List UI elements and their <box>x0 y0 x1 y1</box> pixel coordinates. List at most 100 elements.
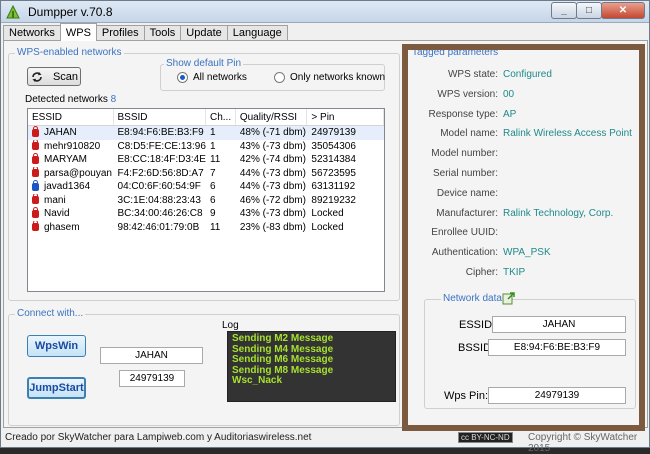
tagged-value: Ralink Technology, Corp. <box>503 207 614 219</box>
connect-pin-field[interactable]: 24979139 <box>119 370 185 387</box>
minimize-icon[interactable]: _ <box>551 2 577 19</box>
table-row[interactable]: mehr910820 C8:D5:FE:CE:13:96 1 43% (-73 dbm… <box>28 139 384 154</box>
log-line: Sending M6 Message <box>232 354 334 365</box>
scan-button[interactable]: Scan <box>27 67 81 86</box>
app-window: Dumpper v.70.8 _ □ ✕ Networks WPS Profil… <box>0 0 650 454</box>
tagged-row: Model name: Ralink Wireless Access Point <box>406 128 640 142</box>
tab-wps[interactable]: WPS <box>59 23 97 41</box>
table-row[interactable]: MARYAM E8:CC:18:4F:D3:4E 11 42% (-74 dbm) 52… <box>28 153 384 167</box>
wps-networks-title: WPS-enabled networks <box>15 47 124 58</box>
table-row[interactable]: ghasem 98:42:46:01:79:0B 11 23% (-83 dbm) Lo… <box>28 220 384 235</box>
lock-icon <box>32 193 39 205</box>
table-row[interactable]: Navid BC:34:00:46:26:C8 9 43% (-73 dbm) Lock… <box>28 207 384 221</box>
tagged-row: Manufacturer: Ralink Technology, Corp. <box>406 208 640 222</box>
cell-pin: 52314384 <box>311 154 356 165</box>
col-channel[interactable]: Ch... <box>206 109 236 125</box>
cell-channel: 6 <box>209 194 216 206</box>
export-icon[interactable] <box>502 291 516 305</box>
tagged-row: WPS state: Configured <box>406 69 640 83</box>
table-row[interactable]: parsa@pouyan F4:F2:6D:56:8D:A7 7 44% (-73 d… <box>28 166 384 181</box>
tagged-key: Device name: <box>436 187 498 199</box>
lock-icon <box>32 153 39 164</box>
nd-essid-field[interactable]: JAHAN <box>492 316 626 333</box>
cell-essid: ghasem <box>28 220 114 235</box>
cell-essid: parsa@pouyan <box>28 166 114 181</box>
cell-quality: 23% (-83 dbm) <box>239 221 306 233</box>
tagged-row: Device name: <box>406 188 640 202</box>
essid-text: MARYAM <box>44 154 87 165</box>
jumpstart-button[interactable]: JumpStart <box>27 377 86 399</box>
tab-update[interactable]: Update <box>180 25 228 41</box>
col-quality[interactable]: Quality/RSSI <box>236 109 308 125</box>
maximize-icon[interactable]: □ <box>576 2 602 19</box>
close-icon[interactable]: ✕ <box>601 2 645 19</box>
tagged-row: WPS version: 00 <box>406 89 640 103</box>
cell-essid: mani <box>28 193 114 208</box>
lock-icon <box>32 180 39 191</box>
tagged-value: TKIP <box>503 267 526 278</box>
tab-tools[interactable]: Tools <box>143 25 182 41</box>
tagged-row: Model number: <box>406 148 640 162</box>
scan-label: Scan <box>52 70 79 83</box>
cell-quality: 42% (-74 dbm) <box>239 154 306 165</box>
lock-icon <box>32 166 39 178</box>
cell-channel: 1 <box>209 140 216 152</box>
detected-count: 8 <box>110 94 117 105</box>
tagged-key: Model name: <box>440 128 498 140</box>
col-bssid[interactable]: BSSID <box>114 109 206 125</box>
nd-pin-field[interactable]: 24979139 <box>488 387 626 404</box>
log-line: Wsc_Nack <box>232 375 283 386</box>
cell-quality: 43% (-73 dbm) <box>239 208 306 219</box>
table-row[interactable]: mani 3C:1E:04:88:23:43 6 46% (-72 dbm) 89219… <box>28 193 384 208</box>
networks-list[interactable]: ESSID BSSID Ch... Quality/RSSI > Pin JAH… <box>27 108 385 292</box>
tagged-value: 00 <box>503 88 515 100</box>
lock-icon <box>32 220 39 232</box>
copyright-text: Copyright © SkyWatcher 2015 <box>528 432 638 454</box>
credit-text: Creado por SkyWatcher para Lampiweb.com … <box>5 432 312 443</box>
lock-icon <box>32 139 39 151</box>
cell-bssid: C8:D5:FE:CE:13:96 <box>117 140 206 152</box>
tab-profiles[interactable]: Profiles <box>95 25 145 41</box>
nd-bssid-field[interactable]: E8:94:F6:BE:B3:F9 <box>488 339 626 356</box>
lock-icon <box>32 207 39 218</box>
tagged-key: Response type: <box>428 108 499 120</box>
radio-selected-icon <box>177 72 188 83</box>
tagged-title: Tagged parameters <box>412 47 499 58</box>
radio-all-networks[interactable]: All networks <box>177 72 247 83</box>
wpswin-button[interactable]: WpsWin <box>27 335 86 357</box>
essid-text: parsa@pouyan <box>44 167 112 179</box>
cell-pin: 56723595 <box>311 167 356 179</box>
essid-text: mani <box>44 194 66 206</box>
tagged-value: Ralink Wireless Access Point <box>503 128 632 140</box>
radio-known-label: Only networks known <box>290 72 386 83</box>
radio-known-networks[interactable]: Only networks known <box>274 72 385 83</box>
tab-networks[interactable]: Networks <box>3 25 61 41</box>
title-bar[interactable]: Dumpper v.70.8 _ □ ✕ <box>1 1 649 23</box>
tagged-key: Serial number: <box>432 168 498 179</box>
table-row[interactable]: JAHAN E8:94:F6:BE:B3:F9 1 48% (-71 dbm) 2497… <box>28 126 384 140</box>
connect-essid-field[interactable]: JAHAN <box>100 347 203 364</box>
tagged-key: Enrollee UUID: <box>431 227 498 239</box>
tagged-key: Manufacturer: <box>436 207 498 219</box>
tab-language[interactable]: Language <box>226 25 288 41</box>
cell-essid: mehr910820 <box>28 139 114 154</box>
log-output[interactable]: Sending M2 Message Sending M4 Message Se… <box>227 331 396 402</box>
cell-quality: 43% (-73 dbm) <box>239 140 306 152</box>
tagged-row: Serial number: <box>406 168 640 182</box>
cell-essid: javad1364 <box>28 180 114 194</box>
table-row[interactable]: javad1364 04:C0:6F:60:54:9F 6 44% (-73 dbm)… <box>28 180 384 194</box>
status-bar: Creado por SkyWatcher para Lampiweb.com … <box>1 429 649 454</box>
cell-bssid: E8:CC:18:4F:D3:4E <box>117 154 206 165</box>
app-logo-icon <box>6 4 20 19</box>
log-title: Log <box>222 320 239 331</box>
cell-bssid: BC:34:00:46:26:C8 <box>117 208 203 219</box>
cell-quality: 44% (-73 dbm) <box>239 181 306 192</box>
tagged-value: Configured <box>503 69 552 80</box>
tagged-key: Cipher: <box>465 267 498 278</box>
tab-strip: Networks WPS Profiles Tools Update Langu… <box>3 23 288 41</box>
essid-text: mehr910820 <box>44 140 101 152</box>
cell-channel: 7 <box>209 167 216 179</box>
col-essid[interactable]: ESSID <box>28 109 114 125</box>
col-pin[interactable]: > Pin <box>307 109 384 125</box>
tagged-row: Enrollee UUID: <box>406 227 640 241</box>
